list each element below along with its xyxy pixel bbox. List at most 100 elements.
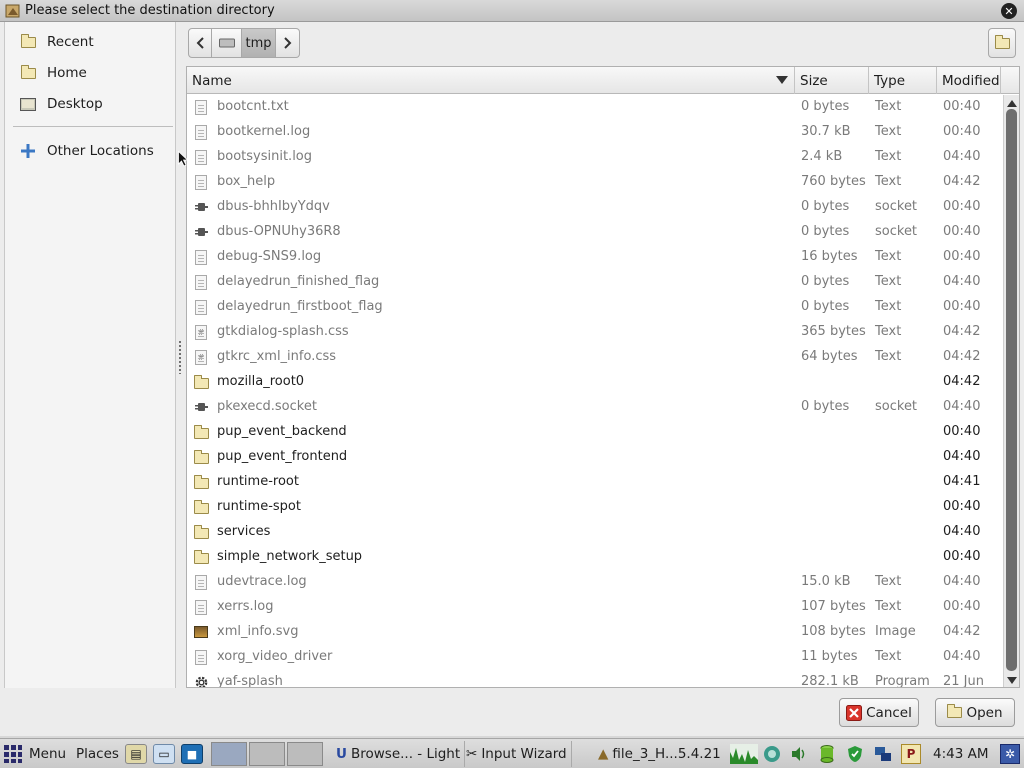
quicklaunch-files[interactable]: ▭ — [153, 744, 175, 764]
sidebar-divider — [13, 126, 173, 127]
file-row[interactable]: dbus-bhhIbyYdqv 0 bytes socket 00:40 — [187, 195, 1001, 220]
file-row[interactable]: # gtkdialog-splash.css 365 bytes Text 04:42 — [187, 320, 1001, 345]
path-forward-button[interactable] — [276, 28, 300, 58]
file-row[interactable]: debug-SNS9.log 16 bytes Text 00:40 — [187, 245, 1001, 270]
path-back-button[interactable] — [188, 28, 212, 58]
text-file-icon — [193, 599, 209, 615]
pane-resize-handle[interactable] — [178, 340, 182, 374]
sidebar-item-other-locations[interactable]: Other Locations — [5, 137, 175, 165]
app-icon — [5, 3, 21, 19]
workspace-2[interactable] — [249, 742, 285, 766]
start-menu-button[interactable]: Menu — [3, 739, 66, 768]
file-name: pkexecd.socket — [217, 399, 317, 414]
file-row[interactable]: delayedrun_firstboot_flag 0 bytes Text 00:4… — [187, 295, 1001, 320]
file-modified: 04:41 — [943, 474, 981, 489]
column-header: Name Size Type Modified — [187, 67, 1019, 94]
window-icon: ▭ — [158, 747, 170, 761]
path-segment-tmp[interactable]: tmp — [242, 28, 276, 58]
file-type: Text — [875, 324, 902, 339]
sidebar-item-desktop[interactable]: Desktop — [5, 90, 175, 118]
clock[interactable]: 4:43 AM — [933, 739, 989, 768]
file-size: 2.4 kB — [801, 149, 843, 164]
file-modified: 00:40 — [943, 124, 981, 139]
file-row[interactable]: xerrs.log 107 bytes Text 00:40 — [187, 595, 1001, 620]
task-input-wizard[interactable]: ✂ Input Wizard — [462, 741, 572, 767]
workspace-1[interactable] — [211, 742, 247, 766]
file-row[interactable]: pup_event_frontend 04:40 — [187, 445, 1001, 470]
workspace-3[interactable] — [287, 742, 323, 766]
folder-icon — [193, 424, 209, 440]
sidebar-item-label: Home — [47, 65, 87, 81]
folder-icon — [994, 34, 1010, 49]
file-name: bootsysinit.log — [217, 149, 313, 164]
column-modified-label: Modified — [942, 72, 1000, 89]
shield-icon[interactable] — [845, 744, 865, 764]
file-modified: 04:40 — [943, 649, 981, 664]
cancel-button[interactable]: Cancel — [839, 698, 919, 727]
column-header-size[interactable]: Size — [795, 67, 869, 94]
grid-icon — [4, 745, 22, 763]
scroll-up-icon[interactable] — [1007, 100, 1017, 107]
column-header-type[interactable]: Type — [869, 67, 937, 94]
file-size: 0 bytes — [801, 99, 850, 114]
file-row[interactable]: runtime-spot 00:40 — [187, 495, 1001, 520]
file-row[interactable]: xorg_video_driver 11 bytes Text 04:40 — [187, 645, 1001, 670]
settings-icon[interactable]: ✲ — [1000, 744, 1020, 764]
css-file-icon: # — [193, 324, 209, 340]
quicklaunch-terminal[interactable]: ■ — [181, 744, 203, 764]
scrollbar-thumb[interactable] — [1006, 109, 1017, 671]
file-row[interactable]: mozilla_root0 04:42 — [187, 370, 1001, 395]
storage-icon[interactable] — [817, 744, 837, 764]
file-row[interactable]: # gtkrc_xml_info.css 64 bytes Text 04:42 — [187, 345, 1001, 370]
sidebar-item-home[interactable]: Home — [5, 59, 175, 87]
file-row[interactable]: pkexecd.socket 0 bytes socket 04:40 — [187, 395, 1001, 420]
quicklaunch-notes[interactable]: ▤ — [125, 744, 147, 764]
places-menu-button[interactable]: Places — [76, 739, 119, 768]
new-folder-button[interactable] — [988, 28, 1016, 58]
file-row[interactable]: simple_network_setup 00:40 — [187, 545, 1001, 570]
file-size: 0 bytes — [801, 399, 850, 414]
file-size: 0 bytes — [801, 199, 850, 214]
task-file-chooser[interactable]: ▲ file_3_H...5.4.21 — [594, 741, 725, 767]
network-connections-icon[interactable] — [873, 744, 893, 764]
file-modified: 04:42 — [943, 349, 981, 364]
file-row[interactable]: bootcnt.txt 0 bytes Text 00:40 — [187, 95, 1001, 120]
file-type: Program — [875, 674, 930, 688]
cpu-graph-icon[interactable] — [730, 744, 758, 764]
folder-icon — [193, 374, 209, 390]
file-row[interactable]: bootsysinit.log 2.4 kB Text 04:40 — [187, 145, 1001, 170]
file-row[interactable]: runtime-root 04:41 — [187, 470, 1001, 495]
file-row[interactable]: delayedrun_finished_flag 0 bytes Text 04:40 — [187, 270, 1001, 295]
file-modified: 04:42 — [943, 624, 981, 639]
file-name: delayedrun_firstboot_flag — [217, 299, 383, 314]
file-row[interactable]: dbus-OPNUhy36R8 0 bytes socket 00:40 — [187, 220, 1001, 245]
file-modified: 04:42 — [943, 324, 981, 339]
taskbar: Menu Places ▤ ▭ ■ U Browse... - Light ✂ … — [0, 738, 1024, 768]
task-browser[interactable]: U Browse... - Light — [332, 741, 466, 767]
close-window-button[interactable]: ✕ — [1001, 3, 1017, 19]
path-root-drive-button[interactable] — [212, 28, 242, 58]
file-row[interactable]: yaf-splash 282.1 kB Program 21 Jun — [187, 670, 1001, 688]
network-icon[interactable] — [762, 744, 782, 764]
image-file-icon — [193, 624, 209, 640]
file-name: simple_network_setup — [217, 549, 363, 564]
file-row[interactable]: xml_info.svg 108 bytes Image 04:42 — [187, 620, 1001, 645]
scroll-down-icon[interactable] — [1007, 677, 1017, 684]
column-header-modified[interactable]: Modified — [937, 67, 1001, 94]
folder-icon — [193, 449, 209, 465]
vertical-scrollbar[interactable] — [1003, 95, 1019, 687]
sidebar-item-recent[interactable]: Recent — [5, 28, 175, 56]
file-row[interactable]: services 04:40 — [187, 520, 1001, 545]
file-size: 64 bytes — [801, 349, 858, 364]
file-row[interactable]: udevtrace.log 15.0 kB Text 04:40 — [187, 570, 1001, 595]
file-size: 108 bytes — [801, 624, 866, 639]
file-row[interactable]: bootkernel.log 30.7 kB Text 00:40 — [187, 120, 1001, 145]
open-button[interactable]: Open — [935, 698, 1015, 727]
file-name: pup_event_backend — [217, 424, 347, 439]
clipboard-icon[interactable]: P — [901, 744, 921, 764]
column-header-name[interactable]: Name — [187, 67, 795, 94]
file-row[interactable]: pup_event_backend 00:40 — [187, 420, 1001, 445]
file-modified: 04:42 — [943, 374, 981, 389]
volume-icon[interactable] — [789, 744, 809, 764]
file-row[interactable]: box_help 760 bytes Text 04:42 — [187, 170, 1001, 195]
